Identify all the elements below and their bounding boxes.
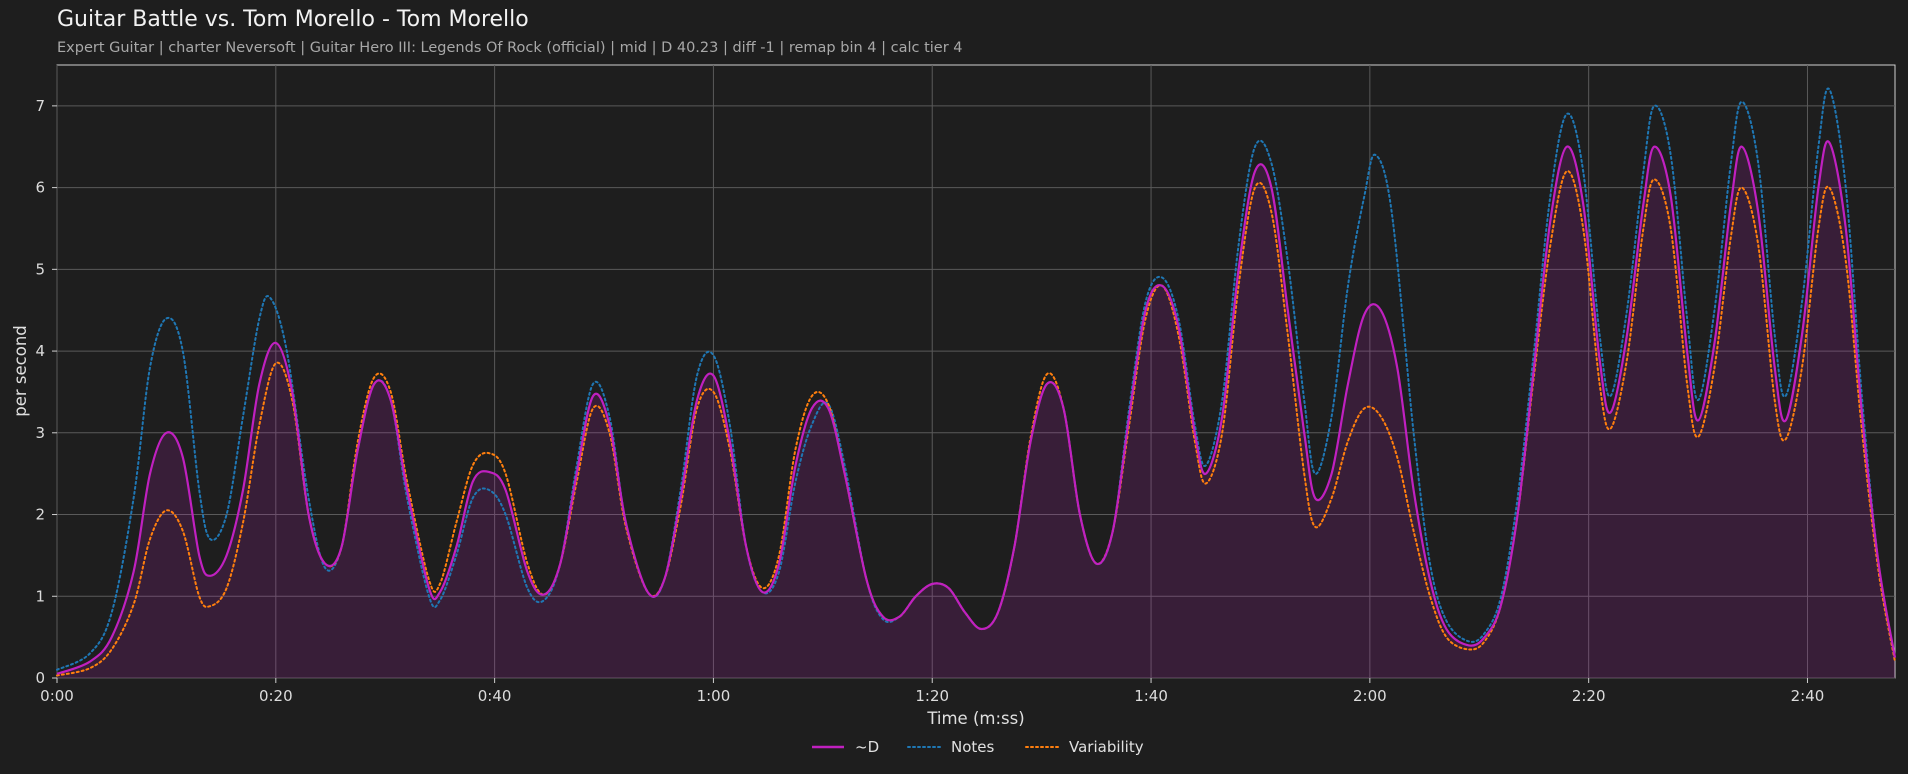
x-tick-label: 1:20 <box>915 687 949 705</box>
y-tick-label: 5 <box>35 260 45 278</box>
x-tick-label: 1:00 <box>697 687 731 705</box>
legend-label: Variability <box>1069 738 1144 756</box>
legend-label: Notes <box>951 738 995 756</box>
y-tick-label: 3 <box>35 424 45 442</box>
x-tick-label: 2:00 <box>1353 687 1387 705</box>
y-axis-label: per second <box>11 325 30 417</box>
y-tick-label: 6 <box>35 179 45 197</box>
y-tick-label: 1 <box>35 587 45 605</box>
y-axis-ticks: 0 1 2 3 4 5 6 7 <box>35 97 57 687</box>
x-tick-label: 2:40 <box>1791 687 1825 705</box>
legend: ~D Notes Variability <box>812 738 1144 756</box>
x-axis-label: Time (m:ss) <box>926 709 1024 728</box>
x-axis-ticks: 0:00 0:20 0:40 1:00 1:20 1:40 2:00 2:20 2:40 <box>40 678 1824 705</box>
y-tick-label: 4 <box>35 342 45 360</box>
x-tick-label: 0:20 <box>259 687 293 705</box>
y-tick-label: 0 <box>35 669 45 687</box>
x-tick-label: 0:40 <box>478 687 512 705</box>
x-tick-label: 0:00 <box>40 687 74 705</box>
x-tick-label: 2:20 <box>1572 687 1606 705</box>
x-tick-label: 1:40 <box>1134 687 1168 705</box>
y-tick-label: 2 <box>35 506 45 524</box>
y-tick-label: 7 <box>35 97 45 115</box>
legend-label: ~D <box>855 738 879 756</box>
chart-svg: 0:00 0:20 0:40 1:00 1:20 1:40 2:00 2:20 2:40 0 1 2… <box>11 64 1897 756</box>
